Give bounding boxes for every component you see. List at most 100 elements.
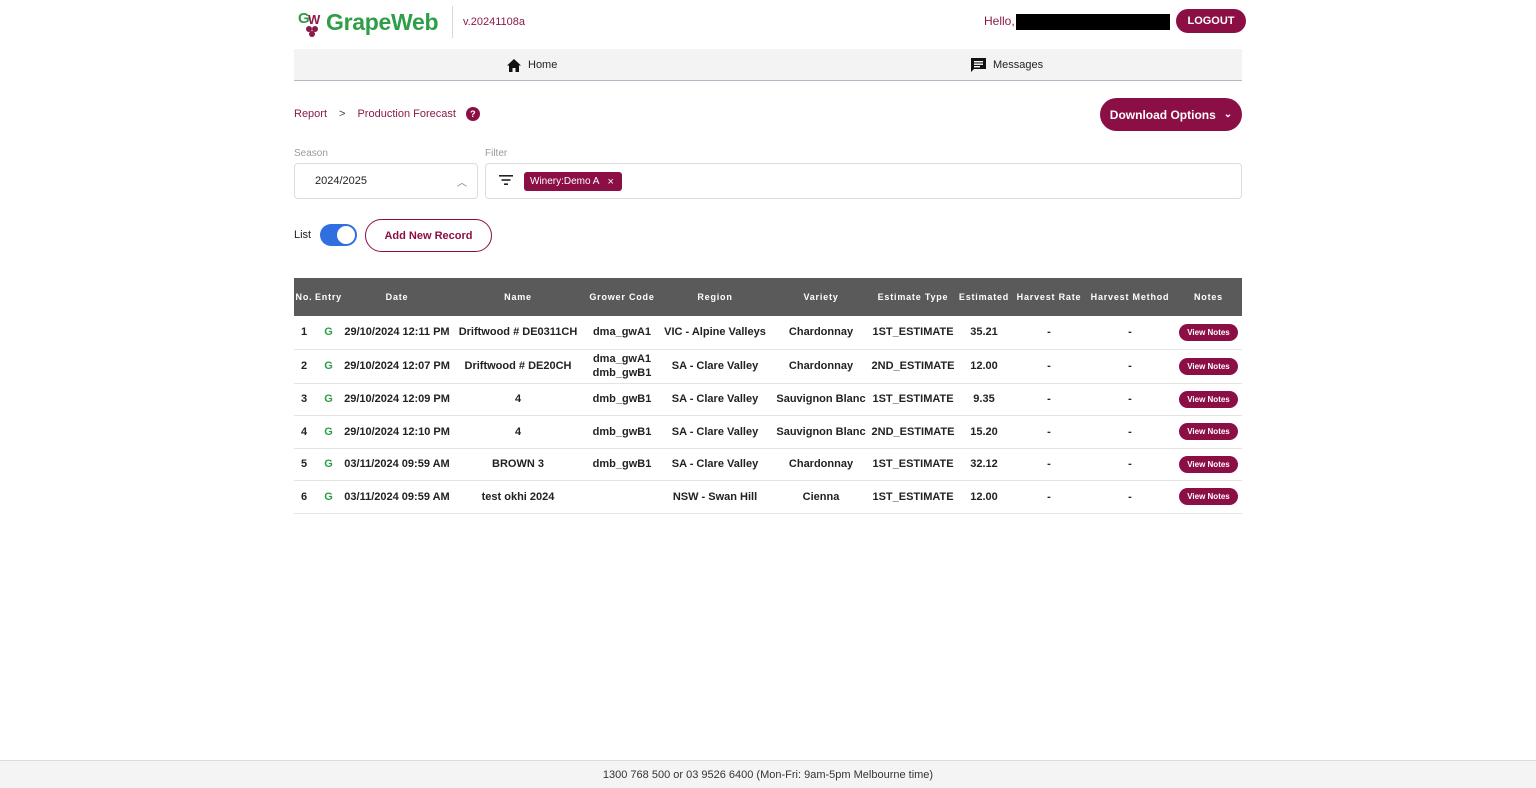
- logo[interactable]: G W GrapeWeb: [298, 6, 439, 38]
- filter-input[interactable]: Winery:Demo A ×: [485, 163, 1242, 199]
- toggle-knob: [337, 226, 355, 244]
- list-toggle-label: List: [294, 229, 312, 241]
- cell-variety: Chardonnay: [771, 316, 871, 350]
- cell-estimated: 35.21: [955, 316, 1013, 350]
- cell-estimated: 32.12: [955, 448, 1013, 481]
- help-icon[interactable]: ?: [465, 107, 480, 121]
- season-select[interactable]: 2024/2025 ︿: [294, 163, 478, 199]
- column-header: Region: [659, 278, 771, 316]
- table-body: 1 G 29/10/2024 12:11 PM Driftwood # DE0311C…: [294, 316, 1242, 514]
- cell-estimate-type: 1ST_ESTIMATE: [871, 480, 955, 514]
- cell-no: 5: [294, 448, 314, 481]
- cell-variety: Cienna: [771, 480, 871, 514]
- cell-name: BROWN 3: [451, 448, 585, 481]
- nav-item-home[interactable]: Home: [506, 49, 557, 81]
- cell-region: NSW - Swan Hill: [659, 480, 771, 514]
- cell-entry: G: [314, 349, 343, 384]
- grape-logo-icon: G W: [298, 10, 321, 37]
- cell-harvest-method: -: [1085, 349, 1175, 384]
- table-row[interactable]: 3 G 29/10/2024 12:09 PM 4 dmb_gwB1 SA - Clare…: [294, 383, 1242, 416]
- breadcrumb-production-forecast[interactable]: Production Forecast: [357, 108, 455, 120]
- table-row[interactable]: 2 G 29/10/2024 12:07 PM Driftwood # DE20CH d…: [294, 349, 1242, 384]
- cell-notes: View Notes: [1175, 480, 1242, 514]
- cell-no: 6: [294, 480, 314, 514]
- cell-name: 4: [451, 415, 585, 449]
- cell-date: 29/10/2024 12:09 PM: [343, 383, 451, 416]
- column-header: Estimate Type: [871, 278, 955, 316]
- list-toggle[interactable]: [320, 224, 357, 246]
- logout-button[interactable]: LOGOUT: [1176, 9, 1246, 33]
- season-label: Season: [294, 148, 328, 159]
- table-row[interactable]: 5 G 03/11/2024 09:59 AM BROWN 3 dmb_gwB1 SA -…: [294, 448, 1242, 481]
- grower-code: dmb_gwB1: [592, 425, 652, 438]
- cell-grower-code: dmb_gwB1: [585, 448, 659, 481]
- close-icon[interactable]: ×: [607, 176, 613, 188]
- view-notes-button[interactable]: View Notes: [1179, 390, 1238, 408]
- cell-name: 4: [451, 383, 585, 416]
- download-options-button[interactable]: Download Options ⌄: [1100, 98, 1242, 131]
- cell-notes: View Notes: [1175, 415, 1242, 449]
- column-header: No.: [294, 278, 314, 316]
- cell-region: VIC - Alpine Valleys: [659, 316, 771, 350]
- column-header: Grower Code: [585, 278, 659, 316]
- view-notes-button[interactable]: View Notes: [1179, 455, 1238, 473]
- cell-harvest-rate: -: [1013, 448, 1085, 481]
- cell-grower-code: [585, 480, 659, 514]
- breadcrumb-report[interactable]: Report: [294, 108, 327, 120]
- cell-grower-code: dmb_gwB1: [585, 383, 659, 416]
- column-header: Entry: [314, 278, 343, 316]
- cell-variety: Sauvignon Blanc: [771, 383, 871, 416]
- cell-estimate-type: 2ND_ESTIMATE: [871, 415, 955, 449]
- message-icon: [971, 58, 986, 72]
- view-notes-button[interactable]: View Notes: [1179, 488, 1238, 505]
- column-header: Harvest Rate: [1013, 278, 1085, 316]
- redacted-username: [1016, 14, 1170, 30]
- cell-notes: View Notes: [1175, 448, 1242, 481]
- chevron-up-icon: ︿: [457, 178, 467, 189]
- table-row[interactable]: 1 G 29/10/2024 12:11 PM Driftwood # DE0311C…: [294, 316, 1242, 350]
- grower-code: dma_gwA1: [592, 353, 652, 365]
- cell-variety: Chardonnay: [771, 448, 871, 481]
- cell-estimate-type: 1ST_ESTIMATE: [871, 448, 955, 481]
- cell-estimated: 15.20: [955, 415, 1013, 449]
- cell-grower-code: dmb_gwB1: [585, 415, 659, 449]
- cell-estimated: 12.00: [955, 480, 1013, 514]
- cell-entry: G: [314, 448, 343, 481]
- table-header-row: No. Entry Date Name Grower Code Region Variety…: [294, 278, 1242, 316]
- filter-label: Filter: [485, 148, 508, 159]
- app-version: v.20241108a: [452, 6, 525, 38]
- app-name: GrapeWeb: [326, 8, 439, 35]
- breadcrumb: Report > Production Forecast ?: [294, 106, 480, 122]
- grower-code: dma_gwA1: [592, 326, 652, 339]
- filter-chip[interactable]: Winery:Demo A ×: [524, 172, 622, 191]
- cell-date: 29/10/2024 12:07 PM: [343, 349, 451, 384]
- breadcrumb-separator: >: [339, 108, 346, 120]
- cell-grower-code: dma_gwA1: [585, 316, 659, 350]
- view-notes-button[interactable]: View Notes: [1179, 423, 1238, 440]
- add-new-record-button[interactable]: Add New Record: [365, 219, 492, 252]
- filter-icon[interactable]: [499, 174, 513, 186]
- view-notes-button[interactable]: View Notes: [1179, 323, 1238, 341]
- table-row[interactable]: 4 G 29/10/2024 12:10 PM 4 dmb_gwB1 SA - Clare…: [294, 415, 1242, 449]
- cell-estimate-type: 2ND_ESTIMATE: [871, 349, 955, 384]
- cell-no: 1: [294, 316, 314, 350]
- cell-name: Driftwood # DE20CH: [451, 349, 585, 384]
- grower-code: dmb_gwB1: [592, 367, 652, 379]
- cell-region: SA - Clare Valley: [659, 383, 771, 416]
- column-header: Harvest Method: [1085, 278, 1175, 316]
- column-header: Date: [343, 278, 451, 316]
- cell-region: SA - Clare Valley: [659, 448, 771, 481]
- cell-grower-code: dma_gwA1 dmb_gwB1: [585, 349, 659, 384]
- page: G W GrapeWeb v.20241108a Hello, LOGOUT H…: [0, 0, 1536, 788]
- cell-date: 29/10/2024 12:11 PM: [343, 316, 451, 350]
- cell-date: 03/11/2024 09:59 AM: [343, 448, 451, 481]
- cell-entry: G: [314, 316, 343, 350]
- nav-item-messages[interactable]: Messages: [970, 49, 1043, 81]
- table-row[interactable]: 6 G 03/11/2024 09:59 AM test okhi 2024 NSW -…: [294, 480, 1242, 514]
- cell-no: 2: [294, 349, 314, 384]
- cell-harvest-method: -: [1085, 383, 1175, 416]
- app-header: G W GrapeWeb v.20241108a Hello, LOGOUT: [294, 6, 1246, 38]
- cell-notes: View Notes: [1175, 316, 1242, 350]
- cell-harvest-rate: -: [1013, 316, 1085, 350]
- view-notes-button[interactable]: View Notes: [1179, 357, 1238, 375]
